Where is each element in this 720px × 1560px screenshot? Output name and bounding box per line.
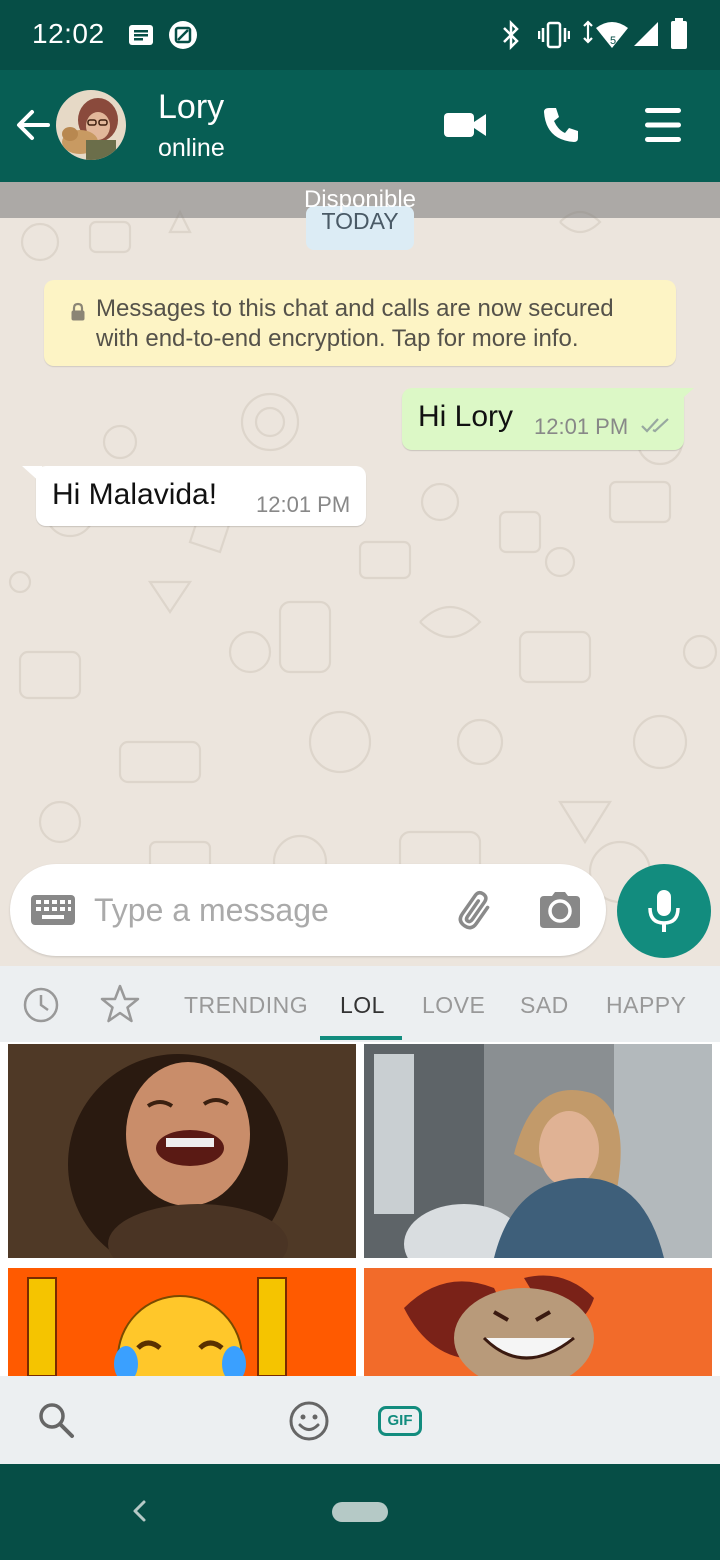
favorites-star-icon[interactable] bbox=[100, 984, 140, 1029]
tab-happy[interactable]: HAPPY bbox=[606, 992, 686, 1019]
contact-name[interactable]: Lory bbox=[158, 88, 224, 127]
video-call-icon bbox=[444, 113, 486, 137]
encryption-line-2: with end-to-end encryption. Tap for more… bbox=[96, 325, 579, 352]
status-bar: 12:02 5 bbox=[0, 0, 720, 70]
gif-keyboard: TRENDING LOL LOVE SAD HAPPY bbox=[0, 966, 720, 1376]
nav-home-pill[interactable] bbox=[332, 1502, 388, 1522]
message-time: 12:01 PM bbox=[534, 414, 629, 439]
gif-thumbnail-cartoon-laughing[interactable] bbox=[364, 1268, 712, 1376]
message-input[interactable] bbox=[94, 884, 424, 936]
tab-sad[interactable]: SAD bbox=[520, 992, 569, 1019]
contact-avatar[interactable] bbox=[56, 90, 126, 160]
status-time: 12:02 bbox=[32, 18, 105, 49]
back-button[interactable] bbox=[12, 104, 54, 146]
menu-button[interactable] bbox=[638, 100, 688, 150]
camera-button[interactable] bbox=[538, 890, 582, 930]
gif-grid bbox=[0, 1042, 720, 1376]
battery-icon bbox=[670, 18, 688, 55]
message-notification-icon bbox=[128, 24, 154, 51]
message-text: Hi Lory bbox=[418, 400, 514, 433]
message-composer bbox=[10, 864, 606, 956]
lock-icon bbox=[70, 300, 86, 330]
voice-message-button[interactable] bbox=[617, 864, 711, 958]
message-text: Hi Malavida! bbox=[52, 478, 218, 511]
encryption-line-1: Messages to this chat and calls are now … bbox=[96, 295, 614, 322]
image-notification-icon bbox=[168, 20, 198, 55]
menu-icon bbox=[645, 108, 681, 142]
bubble-tail bbox=[674, 388, 694, 406]
incoming-message[interactable]: Hi Malavida! 12:01 PM bbox=[22, 466, 366, 526]
nav-back-icon[interactable] bbox=[126, 1498, 152, 1529]
gif-thumbnail-smiling-woman[interactable] bbox=[364, 1044, 712, 1258]
camera-icon bbox=[540, 892, 580, 928]
video-call-button[interactable] bbox=[440, 100, 490, 150]
gif-thumbnail-crying-laughing-emoji[interactable] bbox=[8, 1268, 356, 1376]
overlay-text: Disponible bbox=[303, 186, 417, 213]
active-tab-indicator bbox=[320, 1036, 402, 1040]
gif-category-tabs: TRENDING LOL LOVE SAD HAPPY bbox=[0, 966, 720, 1042]
voice-call-icon bbox=[544, 108, 578, 142]
chat-area[interactable]: TODAY Disponible Messages to this chat a… bbox=[0, 182, 720, 966]
keyboard-icon[interactable] bbox=[30, 894, 76, 931]
bubble-tail bbox=[22, 466, 42, 484]
emoji-icon[interactable] bbox=[288, 1400, 330, 1447]
tab-lol[interactable]: LOL bbox=[340, 992, 385, 1019]
vibrate-icon bbox=[537, 20, 571, 55]
tab-trending[interactable]: TRENDING bbox=[184, 992, 308, 1019]
recent-icon[interactable] bbox=[22, 986, 60, 1029]
gif-button[interactable]: GIF bbox=[378, 1406, 422, 1436]
gif-thumbnail-laughing-woman[interactable] bbox=[8, 1044, 356, 1258]
chat-header: Lory online bbox=[0, 70, 720, 182]
read-receipt-icon bbox=[640, 416, 672, 439]
arrow-back-icon bbox=[17, 110, 50, 140]
svg-text:5: 5 bbox=[610, 35, 616, 47]
microphone-icon bbox=[648, 890, 680, 932]
search-icon[interactable] bbox=[36, 1400, 76, 1445]
system-navigation-bar bbox=[0, 1464, 720, 1560]
bluetooth-icon bbox=[500, 19, 522, 55]
paperclip-icon bbox=[458, 890, 490, 930]
tab-love[interactable]: LOVE bbox=[422, 992, 485, 1019]
keyboard-bottom-bar: GIF bbox=[0, 1376, 720, 1464]
outgoing-message[interactable]: Hi Lory 12:01 PM bbox=[402, 388, 694, 450]
voice-call-button[interactable] bbox=[536, 100, 586, 150]
contact-status: online bbox=[158, 134, 225, 162]
attach-button[interactable] bbox=[448, 886, 498, 936]
encryption-notice[interactable]: Messages to this chat and calls are now … bbox=[44, 280, 676, 366]
wifi-icon: 5 bbox=[580, 20, 630, 55]
signal-icon bbox=[632, 20, 660, 53]
message-time: 12:01 PM bbox=[256, 492, 351, 517]
